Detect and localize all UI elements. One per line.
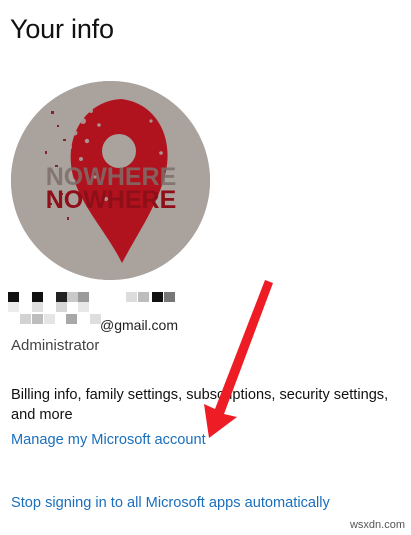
pixelation-block xyxy=(164,292,175,302)
pixelation-block xyxy=(56,302,67,312)
watermark: wsxdn.com xyxy=(349,519,405,531)
map-pin-icon: NOWHERE NOWHERE xyxy=(11,81,210,280)
pixelation-block xyxy=(32,292,43,302)
account-role: Administrator xyxy=(11,337,100,354)
billing-description: Billing info, family settings, subscript… xyxy=(11,387,389,423)
pixelation-block xyxy=(66,314,77,324)
pixelation-block xyxy=(67,292,78,302)
account-email: @gmail.com xyxy=(100,317,179,333)
pixelation-block xyxy=(20,314,31,324)
pixelation-block xyxy=(44,314,55,324)
pixelation-block xyxy=(126,292,137,302)
pixelation-block xyxy=(78,302,89,312)
pixelation-block xyxy=(138,292,149,302)
pixelation-block xyxy=(32,302,43,312)
pixelation-block xyxy=(32,314,43,324)
avatar[interactable]: NOWHERE NOWHERE xyxy=(11,81,210,280)
pixelation-block xyxy=(8,292,19,302)
pixelation-block xyxy=(8,302,19,312)
pixelation-block xyxy=(78,292,89,302)
pixelation-block xyxy=(152,292,163,302)
page-title: Your info xyxy=(10,14,114,44)
pixelation-block xyxy=(56,292,67,302)
stop-signing-in-link[interactable]: Stop signing in to all Microsoft apps au… xyxy=(11,495,330,511)
manage-microsoft-account-link[interactable]: Manage my Microsoft account xyxy=(11,432,206,448)
avatar-text-line2: NOWHERE xyxy=(46,186,177,214)
